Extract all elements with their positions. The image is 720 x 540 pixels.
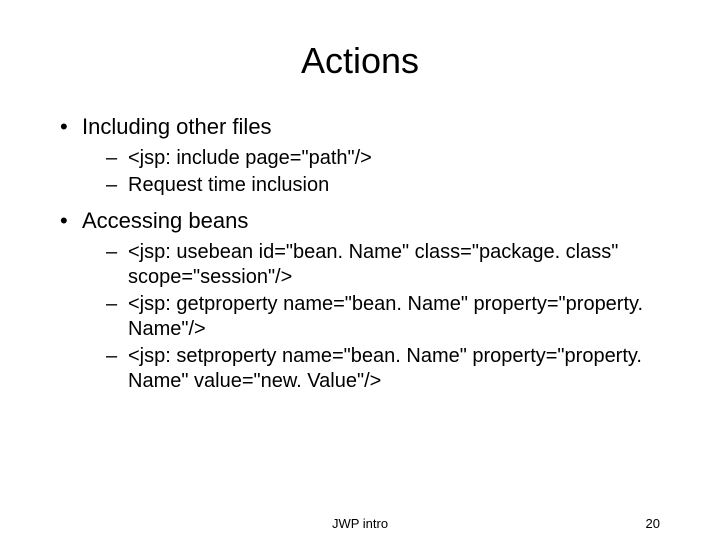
- section-accessing: Accessing beans <jsp: usebean id="bean. …: [60, 208, 660, 394]
- bullet-item: Request time inclusion: [60, 173, 660, 198]
- page-number: 20: [646, 516, 660, 531]
- slide-title: Actions: [60, 40, 660, 82]
- bullet-item: <jsp: setproperty name="bean. Name" prop…: [60, 344, 660, 394]
- bullet-item: <jsp: usebean id="bean. Name" class="pac…: [60, 240, 660, 290]
- footer-title: JWP intro: [332, 516, 388, 531]
- bullet-item: <jsp: include page="path"/>: [60, 146, 660, 171]
- bullet-heading: Including other files: [60, 114, 660, 140]
- section-including: Including other files <jsp: include page…: [60, 114, 660, 198]
- bullet-item: <jsp: getproperty name="bean. Name" prop…: [60, 292, 660, 342]
- bullet-heading: Accessing beans: [60, 208, 660, 234]
